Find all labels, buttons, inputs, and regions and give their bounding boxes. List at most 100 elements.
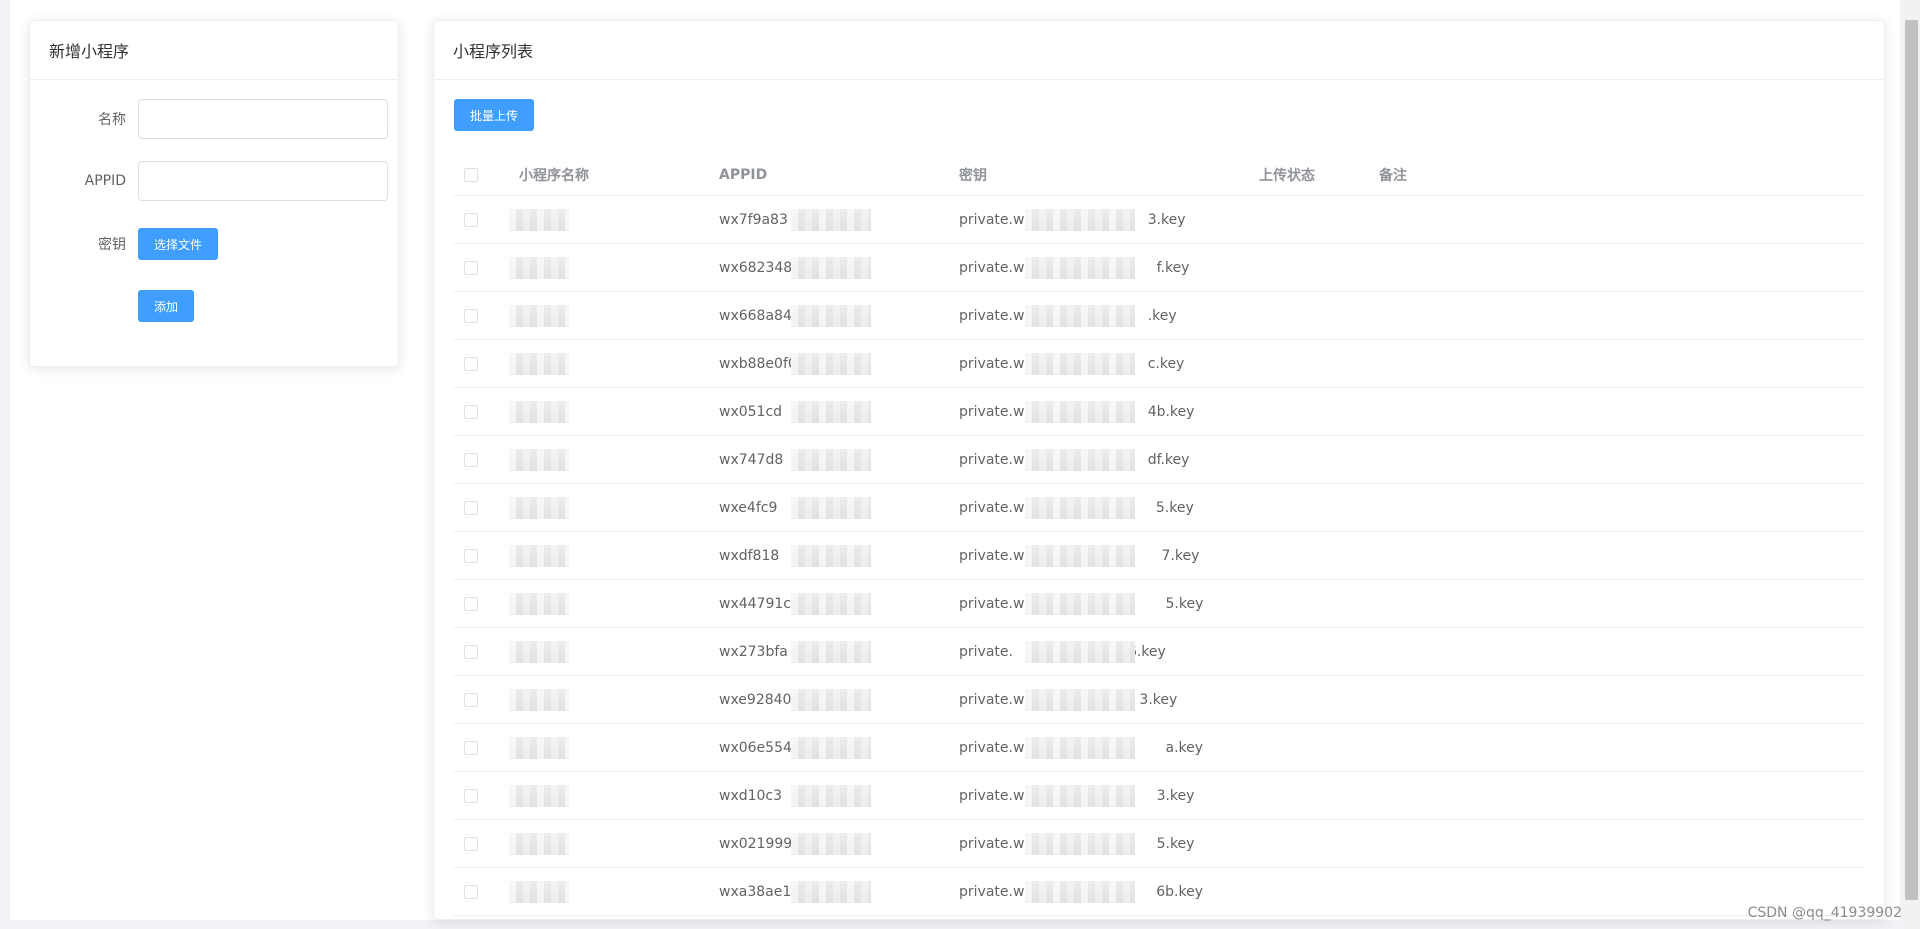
row-name-cell	[509, 820, 719, 867]
row-key-suffix: a.key	[1165, 739, 1204, 756]
row-appid: wxd10c3	[719, 787, 783, 804]
row-appid-cell: wx747d8	[719, 436, 959, 483]
row-appid: wx273bfa	[719, 643, 788, 660]
row-appid-cell: wx7f9a83	[719, 196, 959, 243]
row-checkbox[interactable]	[464, 692, 478, 707]
redacted-mosaic	[791, 449, 871, 471]
row-appid: wxdf818	[719, 547, 780, 564]
page-background: 新增小程序 名称 APPID 密钥 选择文件 添加 小程序列表 批量上传 小程序…	[10, 0, 1900, 920]
name-input[interactable]	[138, 99, 388, 139]
row-checkbox[interactable]	[464, 356, 478, 371]
scrollbar-thumb[interactable]	[1905, 20, 1918, 900]
redacted-mosaic	[1025, 833, 1135, 855]
table-row: wxe4fc9 private.wxe 5.key	[454, 484, 1864, 532]
redacted-mosaic	[791, 641, 871, 663]
row-name-cell	[509, 436, 719, 483]
table-row: wx021999 private.wx0 5.key	[454, 820, 1864, 868]
row-key-suffix: 3.key	[1147, 211, 1186, 228]
row-key-prefix: private.wx	[959, 307, 1033, 324]
key-label: 密钥	[98, 237, 126, 253]
row-appid: wx6823488	[719, 259, 802, 276]
table-row: wxa38ae1 private.wxa 6b.key	[454, 868, 1864, 916]
table-row: wx051cd private.wx 4b.key	[454, 388, 1864, 436]
row-name-cell	[509, 676, 719, 723]
row-key-cell: private.wx c.key	[959, 340, 1259, 387]
row-appid-cell: wx668a842	[719, 292, 959, 339]
key-form-row: 密钥 选择文件	[30, 228, 218, 260]
row-appid: wxa38ae1	[719, 883, 792, 900]
row-key-cell: private.wx 3.key	[959, 196, 1259, 243]
row-name-cell	[509, 772, 719, 819]
row-checkbox[interactable]	[464, 500, 478, 515]
redacted-mosaic	[791, 737, 871, 759]
row-key-suffix: df.key	[1147, 451, 1190, 468]
row-checkbox[interactable]	[464, 404, 478, 419]
row-name-cell	[509, 628, 719, 675]
appid-input[interactable]	[138, 161, 388, 201]
redacted-mosaic	[509, 209, 569, 231]
redacted-mosaic	[1025, 881, 1135, 903]
row-key-cell: private.wx6 f.key	[959, 244, 1259, 291]
row-checkbox[interactable]	[464, 644, 478, 659]
column-header-note: 备注	[1379, 168, 1407, 184]
row-key-suffix: 7.key	[1161, 547, 1200, 564]
row-key-prefix: private.wx	[959, 403, 1033, 420]
redacted-mosaic	[509, 401, 569, 423]
redacted-mosaic	[791, 833, 871, 855]
row-key-cell: private.wx06 a.key	[959, 724, 1259, 771]
add-button[interactable]: 添加	[138, 290, 194, 322]
table-row: wx273bfa private. 6.key	[454, 628, 1864, 676]
column-header-status: 上传状态	[1259, 168, 1315, 184]
row-checkbox[interactable]	[464, 884, 478, 899]
redacted-mosaic	[1025, 593, 1135, 615]
add-form-row: 添加	[30, 290, 194, 322]
row-name-cell	[509, 868, 719, 915]
row-appid-cell: wx6823488	[719, 244, 959, 291]
redacted-mosaic	[509, 785, 569, 807]
redacted-mosaic	[509, 833, 569, 855]
row-appid: wx021999	[719, 835, 793, 852]
row-appid: wxe92840	[719, 691, 792, 708]
appid-form-row: APPID	[30, 161, 388, 201]
row-key-prefix: private.w	[959, 691, 1025, 708]
row-checkbox[interactable]	[464, 260, 478, 275]
vertical-scrollbar[interactable]	[1903, 0, 1920, 929]
choose-file-button[interactable]: 选择文件	[138, 228, 218, 260]
redacted-mosaic	[1025, 305, 1135, 327]
row-appid-cell: wxd10c3	[719, 772, 959, 819]
row-checkbox[interactable]	[464, 452, 478, 467]
row-appid: wxb88e0f0	[719, 355, 797, 372]
row-checkbox[interactable]	[464, 548, 478, 563]
redacted-mosaic	[509, 593, 569, 615]
row-key-cell: private.wxd 3.key	[959, 772, 1259, 819]
row-name-cell	[509, 340, 719, 387]
batch-upload-button[interactable]: 批量上传	[454, 99, 534, 131]
row-checkbox[interactable]	[464, 836, 478, 851]
redacted-mosaic	[791, 785, 871, 807]
row-checkbox[interactable]	[464, 308, 478, 323]
row-key-suffix: 5.key	[1155, 499, 1194, 516]
select-all-checkbox[interactable]	[464, 168, 478, 182]
table-row: wx7f9a83 private.wx 3.key	[454, 196, 1864, 244]
row-appid: wx668a842	[719, 307, 801, 324]
row-appid-cell: wxa38ae1	[719, 868, 959, 915]
redacted-mosaic	[791, 689, 871, 711]
row-name-cell	[509, 292, 719, 339]
table-row: wx06e554 private.wx06 a.key	[454, 724, 1864, 772]
row-appid-cell: wx44791c	[719, 580, 959, 627]
redacted-mosaic	[1025, 353, 1135, 375]
row-checkbox[interactable]	[464, 740, 478, 755]
appid-label: APPID	[84, 173, 126, 189]
row-checkbox[interactable]	[464, 596, 478, 611]
row-checkbox[interactable]	[464, 788, 478, 803]
redacted-mosaic	[1025, 785, 1135, 807]
row-key-suffix: .key	[1147, 307, 1177, 324]
row-appid-cell: wx06e554	[719, 724, 959, 771]
row-checkbox[interactable]	[464, 212, 478, 227]
redacted-mosaic	[509, 641, 569, 663]
row-appid: wx06e554	[719, 739, 792, 756]
redacted-mosaic	[791, 881, 871, 903]
redacted-mosaic	[791, 401, 871, 423]
row-appid: wx747d8	[719, 451, 784, 468]
redacted-mosaic	[791, 353, 871, 375]
